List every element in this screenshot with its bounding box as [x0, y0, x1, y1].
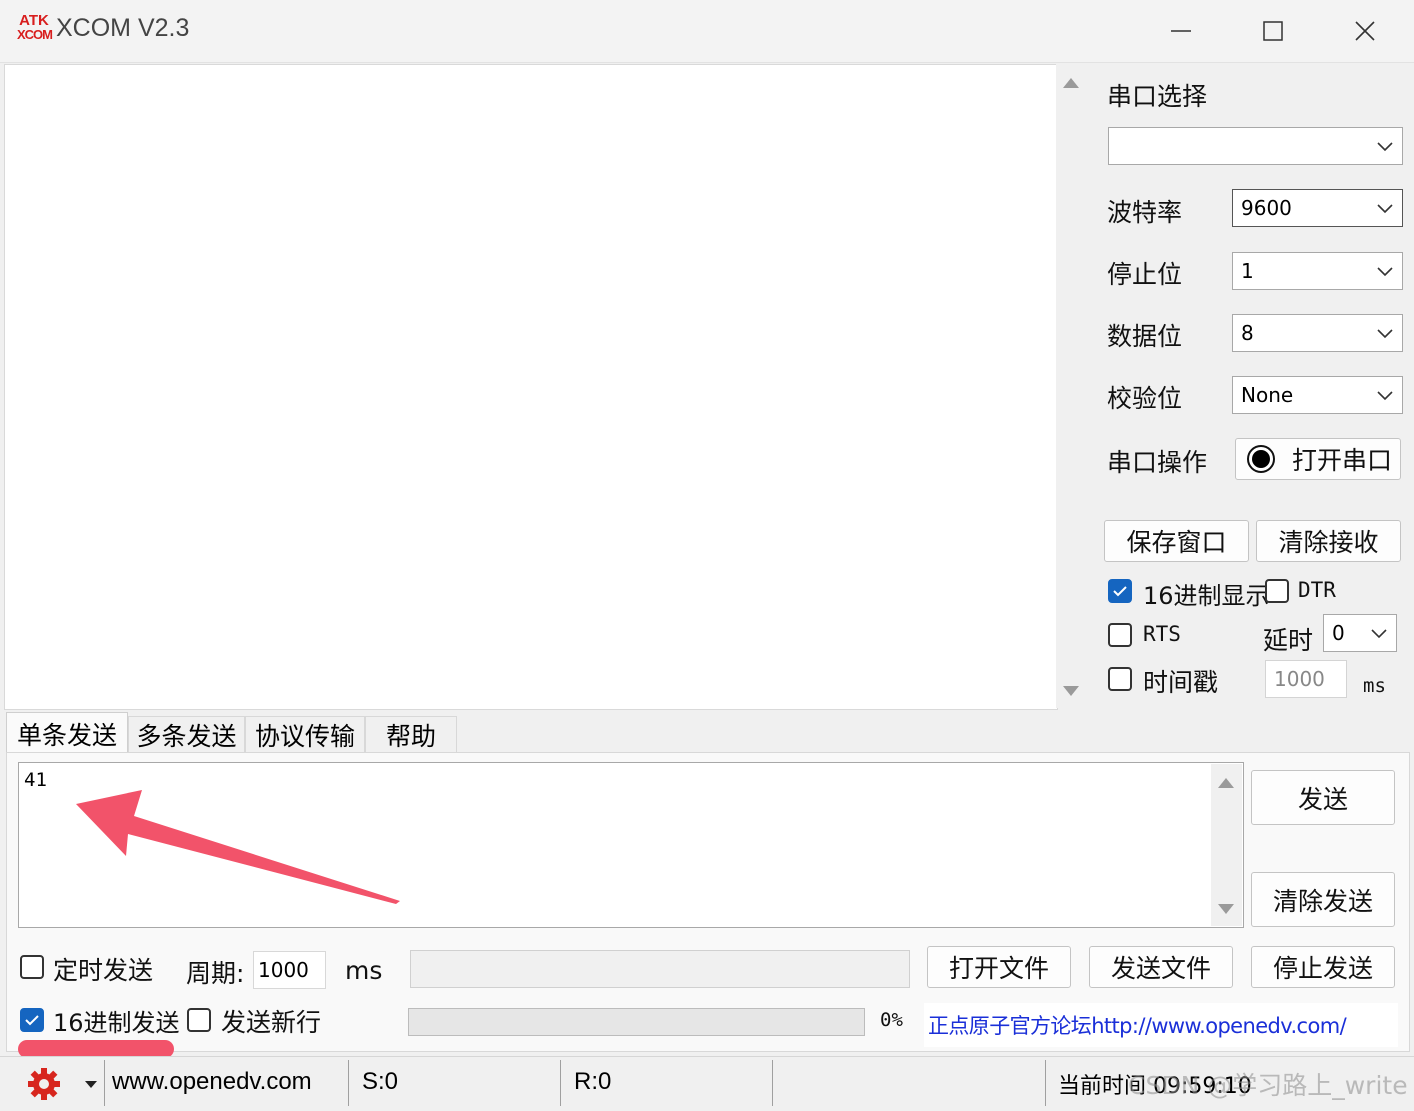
hex-display-label: 16进制显示	[1143, 582, 1270, 610]
period-value: 1000	[258, 958, 309, 982]
receive-textarea[interactable]	[4, 64, 1058, 710]
gear-icon[interactable]	[26, 1066, 62, 1102]
chevron-down-icon	[1377, 329, 1393, 339]
send-scrollbar[interactable]	[1211, 764, 1242, 926]
scroll-down-icon[interactable]	[1063, 686, 1079, 696]
forum-link[interactable]: 正点原子官方论坛http://www.openedv.com/	[928, 1010, 1347, 1040]
status-separator	[772, 1060, 773, 1106]
status-received: R:0	[574, 1068, 612, 1095]
window-title: XCOM V2.3	[56, 14, 190, 42]
check-icon	[1113, 586, 1127, 597]
parity-label: 校验位	[1107, 384, 1183, 413]
delay-label: 延时	[1263, 626, 1314, 655]
chevron-down-icon	[1371, 629, 1387, 639]
stop-bits-select[interactable]: 1	[1232, 252, 1403, 290]
annotation-arrow	[76, 790, 400, 904]
clear-receive-button[interactable]: 清除接收	[1256, 520, 1401, 562]
check-icon	[25, 1015, 39, 1026]
parity-value: None	[1241, 383, 1294, 407]
status-separator	[104, 1060, 105, 1106]
timestamp-input[interactable]: 1000	[1265, 660, 1347, 698]
open-port-button[interactable]: 打开串口	[1235, 438, 1401, 480]
open-file-button[interactable]: 打开文件	[927, 946, 1071, 988]
dtr-checkbox[interactable]	[1265, 579, 1289, 603]
timestamp-unit: ms	[1363, 675, 1386, 697]
open-port-label: 打开串口	[1292, 446, 1393, 475]
stop-bits-value: 1	[1241, 259, 1254, 283]
baud-value: 9600	[1241, 196, 1292, 220]
rts-label: RTS	[1143, 622, 1181, 646]
watermark: CSDN @学习路上_write	[1128, 1071, 1408, 1100]
tab-multi-send[interactable]: 多条发送	[128, 716, 245, 752]
dtr-label: DTR	[1298, 578, 1336, 602]
status-separator	[348, 1060, 349, 1106]
send-button[interactable]: 发送	[1251, 770, 1395, 825]
receive-scrollbar[interactable]	[1056, 64, 1086, 708]
radio-dot-icon	[1247, 445, 1275, 473]
delay-select[interactable]: 0	[1323, 614, 1397, 652]
period-input[interactable]: 1000	[253, 951, 326, 989]
minimize-icon	[1171, 30, 1191, 32]
port-select[interactable]	[1108, 127, 1403, 165]
baud-select[interactable]: 9600	[1232, 189, 1403, 227]
baud-label: 波特率	[1107, 198, 1183, 227]
progress-percent: 0%	[880, 1009, 903, 1031]
scroll-up-icon[interactable]	[1218, 778, 1234, 788]
timestamp-value: 1000	[1274, 667, 1325, 691]
tab-single-send[interactable]: 单条发送	[6, 712, 128, 754]
chevron-down-icon	[1377, 267, 1393, 277]
save-window-button[interactable]: 保存窗口	[1104, 520, 1249, 562]
maximize-button[interactable]	[1228, 0, 1318, 62]
data-bits-label: 数据位	[1107, 322, 1183, 351]
dropdown-arrow-icon[interactable]	[84, 1079, 98, 1089]
send-newline-label: 发送新行	[221, 1008, 322, 1037]
port-operation-label: 串口操作	[1107, 448, 1208, 477]
clear-send-button[interactable]: 清除发送	[1251, 872, 1395, 927]
scroll-down-icon[interactable]	[1218, 904, 1234, 914]
tab-help[interactable]: 帮助	[365, 716, 457, 752]
close-button[interactable]	[1320, 0, 1410, 62]
data-bits-select[interactable]: 8	[1232, 314, 1403, 352]
delay-value: 0	[1332, 621, 1345, 645]
data-bits-value: 8	[1241, 321, 1254, 345]
period-unit: ms	[345, 956, 383, 985]
close-icon	[1355, 21, 1375, 41]
chevron-down-icon	[1377, 142, 1393, 152]
rts-checkbox[interactable]	[1108, 623, 1132, 647]
timed-send-label: 定时发送	[53, 956, 154, 985]
file-path-field[interactable]	[410, 950, 910, 988]
send-newline-checkbox[interactable]	[187, 1008, 211, 1032]
chevron-down-icon	[1377, 204, 1393, 214]
parity-select[interactable]: None	[1232, 376, 1403, 414]
scroll-up-icon[interactable]	[1063, 78, 1079, 88]
timestamp-checkbox[interactable]	[1108, 667, 1132, 691]
timestamp-label: 时间戳	[1143, 668, 1219, 697]
maximize-icon	[1263, 21, 1283, 41]
send-text: 41	[24, 769, 47, 791]
status-url[interactable]: www.openedv.com	[112, 1068, 312, 1096]
status-separator	[1045, 1060, 1046, 1106]
send-progress-bar	[408, 1008, 865, 1036]
period-label: 周期:	[186, 959, 245, 988]
chevron-down-icon	[1377, 391, 1393, 401]
status-separator	[560, 1060, 561, 1106]
tab-protocol[interactable]: 协议传输	[245, 716, 365, 752]
minimize-button[interactable]	[1136, 0, 1226, 62]
stop-bits-label: 停止位	[1107, 260, 1183, 289]
status-sent: S:0	[362, 1068, 399, 1095]
stop-send-button[interactable]: 停止发送	[1251, 946, 1395, 988]
hex-send-checkbox[interactable]	[20, 1008, 44, 1032]
timed-send-checkbox[interactable]	[20, 955, 44, 979]
send-file-button[interactable]: 发送文件	[1089, 946, 1233, 988]
port-label: 串口选择	[1107, 82, 1208, 111]
hex-display-checkbox[interactable]	[1108, 579, 1132, 603]
app-logo: ATK XCOM	[17, 12, 53, 42]
hex-send-label: 16进制发送	[53, 1009, 180, 1037]
